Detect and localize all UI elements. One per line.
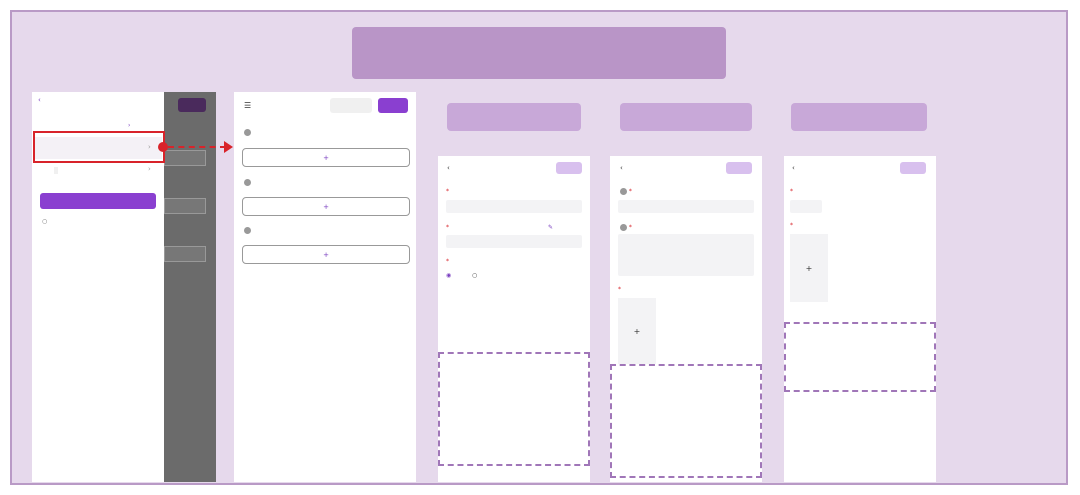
add-life-image-button[interactable]: + [242,197,410,216]
back-world-entry[interactable]: ‹ [447,164,450,172]
theme-input[interactable] [618,200,754,213]
help-icon [244,226,251,234]
label-theme: * [618,188,632,195]
header-life-experience [620,103,752,131]
publish-button[interactable] [378,98,408,113]
npc-radio-no[interactable]: ◉ [446,272,451,279]
connector-arrow-icon [224,141,233,153]
label-title: * [446,188,449,195]
label-add-image: * [790,222,793,229]
more-settings-button[interactable] [330,98,372,113]
life-note [618,374,758,380]
content-textarea[interactable] [618,234,754,276]
life-note-box [610,364,762,478]
title-input[interactable] [446,200,582,213]
title-banner [352,27,726,79]
back-life-images[interactable]: ‹ [620,164,623,172]
side-note [950,236,1060,244]
done-button[interactable] [556,162,582,174]
section-intimacy-images [242,226,251,234]
label-content: * [618,224,632,231]
content-input[interactable] [446,235,582,248]
overlay-bar [164,198,206,214]
publish-now-button[interactable] [40,193,156,209]
image-upload-box[interactable]: + [618,298,656,364]
image-upload-box[interactable]: + [790,234,828,302]
label-add-image: * [618,286,621,293]
header-intimacy-image [791,103,927,131]
header-world-entries [447,103,581,131]
limit-input[interactable] [790,200,822,213]
role-status-link[interactable]: › [128,122,130,129]
ai-generate-button[interactable]: ✎ [548,224,553,231]
world-entry-note [442,362,588,372]
label-intimacy-limit: * [790,188,793,195]
label-is-npc: * [446,258,449,265]
chevron-right-icon: › [148,165,151,173]
add-world-entry-button[interactable]: + [242,148,410,167]
menu-worldview[interactable] [50,144,56,152]
worldview-title: ☰ [244,101,252,110]
done-button[interactable] [900,162,926,174]
intimacy-note-box [784,322,936,392]
connector-dot [158,142,168,152]
reset-link[interactable]: ○ [42,218,47,225]
chevron-right-icon: › [148,143,151,151]
connector-line [168,146,226,148]
overlay-publish-button [178,98,206,112]
label-content: * [446,224,449,231]
help-icon [244,128,251,136]
add-intimacy-image-button[interactable]: + [242,245,410,264]
npc-radio-yes[interactable]: ○ [472,272,477,279]
section-life-images [242,178,251,186]
overlay-bar [164,246,206,262]
overlay-bar [164,150,206,166]
exit-save-link[interactable]: ‹ [38,96,41,104]
help-icon [244,178,251,186]
section-world-entries [242,128,251,136]
done-button[interactable] [726,162,752,174]
menu-continue-plot[interactable] [50,166,58,174]
back-intimacy-image[interactable]: ‹ [792,164,795,172]
